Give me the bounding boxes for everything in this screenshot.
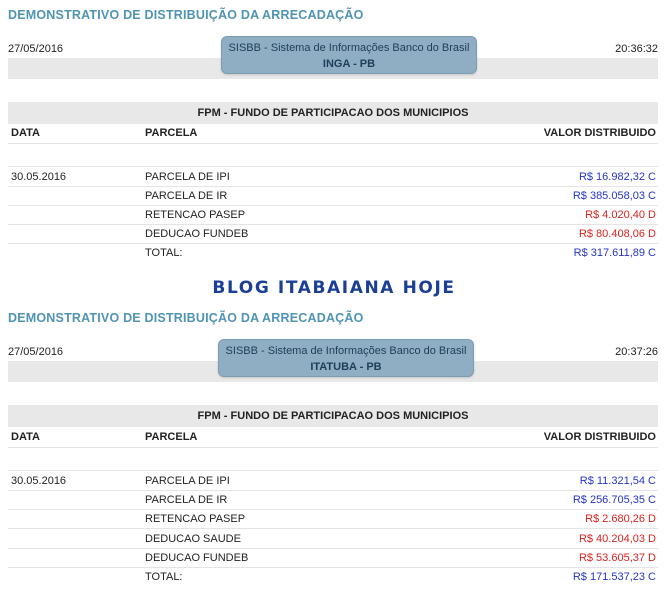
valor-cell: R$ 256.705,35 C [572, 494, 656, 506]
divider [8, 447, 658, 448]
valor-cell: R$ 385.058,03 C [572, 190, 656, 202]
col-data-header: DATA [11, 431, 40, 443]
valor-cell: R$ 16.982,32 C [578, 171, 656, 183]
parcela-cell: RETENCAO PASEP [145, 513, 246, 525]
divider [8, 143, 658, 144]
valor-cell: R$ 40.204,03 D [578, 533, 656, 545]
valor-cell: R$ 4.020,40 D [585, 209, 656, 221]
fund-header: FPM - FUNDO DE PARTICIPACAO DOS MUNICIPI… [8, 102, 658, 124]
parcela-cell: PARCELA DE IPI [145, 475, 230, 487]
parcela-cell: DEDUCAO SAUDE [145, 533, 241, 545]
system-name: SISBB - Sistema de Informações Banco do … [225, 345, 467, 357]
system-bubble: SISBB - Sistema de Informações Banco do … [218, 339, 474, 377]
divider [8, 548, 658, 549]
municipality-name: INGA - PB [322, 58, 376, 70]
report-title: DEMONSTRATIVO DE DISTRIBUIÇÃO DA ARRECAD… [8, 8, 364, 22]
row-date: 30.05.2016 [11, 475, 67, 487]
parcela-cell: PARCELA DE IPI [145, 171, 230, 183]
divider [8, 186, 658, 187]
col-parcela-header: PARCELA [145, 431, 198, 443]
report-time: 20:36:32 [615, 43, 658, 55]
municipality-name: ITATUBA - PB [310, 361, 382, 373]
parcela-cell: PARCELA DE IR [145, 494, 228, 506]
divider [8, 470, 658, 471]
divider [8, 205, 658, 206]
report-date: 27/05/2016 [8, 346, 64, 358]
divider [8, 166, 658, 167]
divider [8, 509, 658, 510]
divider [8, 243, 658, 244]
parcela-cell: RETENCAO PASEP [145, 209, 246, 221]
parcela-cell: DEDUCAO FUNDEB [145, 552, 249, 564]
col-valor-header: VALOR DISTRIBUIDO [543, 127, 656, 139]
valor-cell: R$ 53.605,37 D [578, 552, 656, 564]
system-bubble: SISBB - Sistema de Informações Banco do … [221, 36, 477, 74]
parcela-cell: DEDUCAO FUNDEB [145, 228, 249, 240]
divider [8, 528, 658, 529]
row-date: 30.05.2016 [11, 171, 67, 183]
parcela-cell: PARCELA DE IR [145, 190, 228, 202]
blog-watermark: BLOG ITABAIANA HOJE [212, 278, 456, 298]
valor-cell: R$ 2.680,26 D [585, 513, 656, 525]
report-title: DEMONSTRATIVO DE DISTRIBUIÇÃO DA ARRECAD… [8, 311, 364, 325]
parcela-cell: TOTAL: [145, 571, 183, 583]
valor-cell: R$ 317.611,89 C [573, 247, 656, 259]
report-date: 27/05/2016 [8, 43, 64, 55]
parcela-cell: TOTAL: [145, 247, 183, 259]
system-name: SISBB - Sistema de Informações Banco do … [228, 42, 470, 54]
fund-header: FPM - FUNDO DE PARTICIPACAO DOS MUNICIPI… [8, 405, 658, 427]
col-data-header: DATA [11, 127, 40, 139]
divider [8, 224, 658, 225]
report-time: 20:37:26 [615, 346, 658, 358]
valor-cell: R$ 80.408,06 D [578, 228, 656, 240]
valor-cell: R$ 11.321,54 C [579, 475, 656, 487]
col-valor-header: VALOR DISTRIBUIDO [543, 431, 656, 443]
col-parcela-header: PARCELA [145, 127, 198, 139]
valor-cell: R$ 171.537,23 C [572, 571, 656, 583]
divider [8, 490, 658, 491]
divider [8, 567, 658, 568]
